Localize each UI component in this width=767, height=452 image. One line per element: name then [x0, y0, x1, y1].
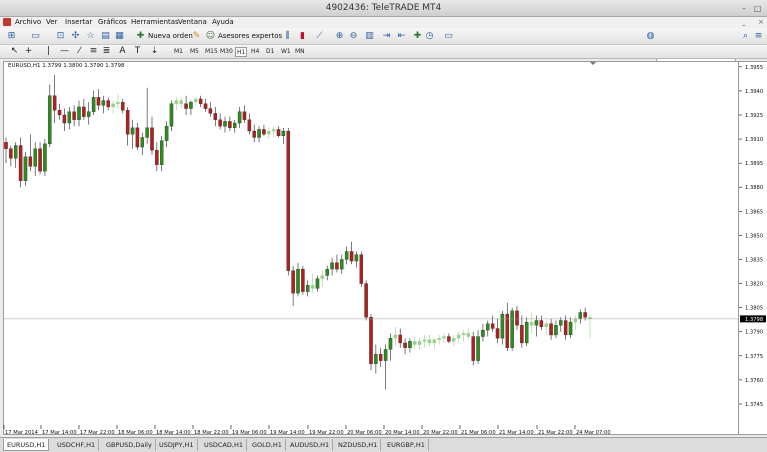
metaeditor-icon[interactable]: ✎ — [191, 31, 202, 42]
expert-advisors-button[interactable]: Asesores expertos — [218, 32, 282, 40]
menu-bar: Archivo Ver Insertar Gráficos Herramient… — [0, 17, 767, 28]
search-icon[interactable]: ⌕ — [740, 31, 751, 42]
tf-mn[interactable]: MN — [294, 47, 306, 57]
tile-windows-icon[interactable]: ▥ — [364, 31, 375, 42]
minimize-icon[interactable]: – — [742, 5, 750, 13]
app-icon[interactable] — [3, 18, 11, 26]
window-title: 4902436: TeleTRADE MT4 — [325, 3, 442, 13]
vertical-line-icon[interactable]: | — [43, 46, 54, 57]
text-icon[interactable]: A — [117, 46, 128, 57]
autoscroll-icon[interactable]: ⇥ — [381, 31, 392, 42]
tab-eurusd-h1[interactable]: EURUSD,H1 — [3, 439, 50, 451]
new-order-button[interactable]: Nueva orden — [148, 32, 193, 40]
menu-graficos[interactable]: Gráficos — [98, 18, 127, 26]
new-order-icon[interactable]: ✚ — [135, 31, 146, 42]
templates-icon[interactable]: ▭ — [443, 31, 454, 42]
chart-tabs: EURUSD,H1 USDCHF,H1 GBPUSD,Daily USDJPY,… — [0, 437, 767, 452]
crosshair-icon[interactable]: + — [23, 46, 34, 57]
market-watch-icon[interactable]: ⊡ — [55, 31, 66, 42]
tab-gold-h1[interactable]: GOLD,H1 — [249, 439, 286, 451]
terminal-icon[interactable]: ▤ — [100, 31, 111, 42]
expert-advisors-icon[interactable]: ☺ — [205, 31, 216, 42]
tab-usdcad-h1[interactable]: USDCAD,H1 — [201, 439, 247, 451]
maximize-icon[interactable]: □ — [754, 5, 762, 13]
menu-ayuda[interactable]: Ayuda — [212, 18, 234, 26]
chart-window[interactable] — [3, 61, 739, 435]
bar-chart-icon[interactable]: ⫼ — [282, 31, 293, 42]
navigator-icon[interactable]: ☆ — [85, 31, 96, 42]
line-studies-toolbar: ↖ + | — ⁄ ≡ ≣ A T ⇣ M1 M5 M15 M30 H1 H4 … — [0, 45, 767, 59]
menu-archivo[interactable]: Archivo — [15, 18, 41, 26]
arrows-icon[interactable]: ⇣ — [149, 46, 160, 57]
periods-icon[interactable]: ◷ — [424, 31, 435, 42]
tab-gbpusd-daily[interactable]: GBPUSD,Daily — [103, 439, 156, 451]
price-axis[interactable] — [739, 61, 767, 435]
tf-m1[interactable]: M1 — [173, 47, 184, 57]
menu-ventana[interactable]: Ventana — [178, 18, 207, 26]
menu-insertar[interactable]: Insertar — [65, 18, 92, 26]
label-icon[interactable]: T — [132, 46, 143, 57]
tab-nzdusd-h1[interactable]: NZDUSD,H1 — [335, 439, 382, 451]
tab-audusd-h1[interactable]: AUDUSD,H1 — [287, 439, 334, 451]
line-chart-icon[interactable]: ⟋ — [314, 31, 325, 42]
tf-h4[interactable]: H4 — [250, 47, 260, 57]
chart-ohlc: 1.3799 1.3800 1.3790 1.3798 — [42, 63, 125, 69]
zoom-in-icon[interactable]: ⊕ — [334, 31, 345, 42]
profiles-icon[interactable]: ▭ — [30, 31, 41, 42]
candlestick-icon[interactable]: ▮ — [297, 31, 308, 42]
chart-shift-icon[interactable]: ⇤ — [396, 31, 407, 42]
globe-icon[interactable]: ◍ — [645, 31, 656, 42]
doc-close-icon[interactable]: × — [758, 18, 764, 26]
tf-m15[interactable]: M15 — [204, 47, 219, 57]
menu-icon[interactable]: ≡ — [753, 31, 764, 42]
main-toolbar: ⊞ ▭ ⊡ ✣ ☆ ▤ ▦ ✚ Nueva orden ✎ ☺ Asesores… — [0, 28, 767, 69]
tf-m30[interactable]: M30 — [219, 47, 234, 57]
trendline-icon[interactable]: ⁄ — [74, 46, 85, 57]
strategy-tester-icon[interactable]: ▦ — [114, 31, 125, 42]
chart-symbol: EURUSD,H1 — [8, 63, 41, 69]
tab-eurgbp-h1[interactable]: EURGBP,H1 — [384, 439, 429, 451]
doc-minimize-icon[interactable]: _ — [742, 18, 746, 26]
tf-d1[interactable]: D1 — [265, 47, 275, 57]
cursor-icon[interactable]: ↖ — [9, 46, 20, 57]
fibonacci-icon[interactable]: ≣ — [101, 46, 112, 57]
new-chart-icon[interactable]: ⊞ — [6, 31, 17, 42]
tab-usdchf-h1[interactable]: USDCHF,H1 — [54, 439, 100, 451]
menu-ver[interactable]: Ver — [46, 18, 57, 26]
tf-h1[interactable]: H1 — [235, 47, 248, 57]
indicators-icon[interactable]: ✚ — [412, 31, 423, 42]
chart-symbol-header: EURUSD,H1 1.3799 1.3800 1.3790 1.3798 — [8, 63, 124, 69]
tf-w1[interactable]: W1 — [280, 47, 292, 57]
horizontal-line-icon[interactable]: — — [59, 46, 70, 57]
menu-herramientas[interactable]: Herramientas — [131, 18, 179, 26]
tf-m5[interactable]: M5 — [189, 47, 200, 57]
title-bar: 4902436: TeleTRADE MT4 – □ — [0, 0, 767, 17]
zoom-out-icon[interactable]: ⊖ — [348, 31, 359, 42]
channel-icon[interactable]: ≡ — [88, 46, 99, 57]
data-window-icon[interactable]: ✣ — [70, 31, 81, 42]
tab-usdjpy-h1[interactable]: USDJPY,H1 — [156, 439, 198, 451]
